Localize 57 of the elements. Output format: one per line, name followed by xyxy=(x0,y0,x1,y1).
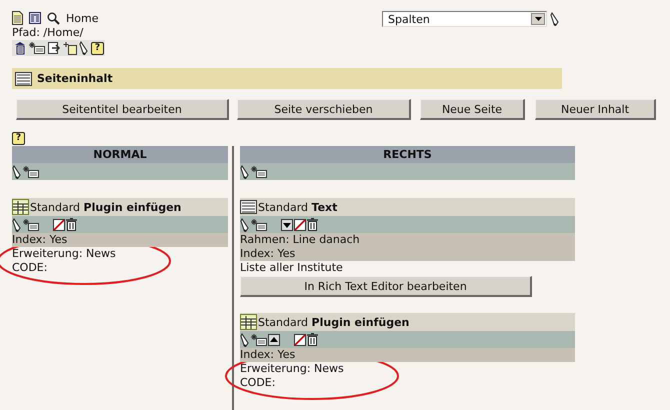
action-button[interactable]: Neuer Inhalt xyxy=(535,99,656,120)
element-body-text: Liste aller Institute xyxy=(240,261,344,275)
pencil-icon[interactable] xyxy=(12,164,22,178)
new-element-icon[interactable] xyxy=(29,41,45,55)
help-icon[interactable]: ? xyxy=(12,132,25,145)
section-title: Seiteninhalt xyxy=(37,72,113,85)
plugin-icon xyxy=(12,199,29,215)
new-element-icon[interactable] xyxy=(251,218,267,232)
rich-text-editor-button[interactable]: In Rich Text Editor bearbeiten xyxy=(240,276,532,297)
pencil-icon[interactable] xyxy=(240,332,250,346)
pencil-icon[interactable] xyxy=(240,218,250,232)
hide-icon[interactable] xyxy=(53,218,65,230)
element-detail: Erweiterung: News xyxy=(240,362,345,376)
page-title: Home xyxy=(66,12,98,24)
hide-icon[interactable] xyxy=(294,334,306,346)
hide-icon[interactable] xyxy=(294,218,306,230)
action-button[interactable]: Neue Seite xyxy=(420,99,525,120)
element-title: Standard Plugin einfügen xyxy=(258,316,410,328)
pencil-icon[interactable] xyxy=(79,41,89,55)
column-header: NORMAL xyxy=(12,146,228,163)
element-detail: CODE: xyxy=(240,376,276,390)
page-path: Pfad: /Home/ xyxy=(12,26,84,40)
new-page-icon[interactable] xyxy=(63,41,77,55)
element-field: Rahmen: Line danach xyxy=(240,233,575,247)
pencil-icon[interactable] xyxy=(12,218,22,232)
element-field: Index: Yes xyxy=(240,247,575,261)
content-icon xyxy=(15,72,32,86)
element-field: Index: Yes xyxy=(12,233,228,247)
new-element-icon[interactable] xyxy=(23,218,39,232)
text-element-icon xyxy=(240,200,257,214)
page-up-icon[interactable] xyxy=(13,41,27,55)
trash-icon[interactable] xyxy=(66,218,77,231)
action-button[interactable]: Seite verschieben xyxy=(237,99,411,120)
move-page-icon[interactable] xyxy=(47,41,61,55)
help-icon[interactable]: ? xyxy=(91,42,104,54)
move-down-icon[interactable] xyxy=(281,218,293,230)
new-element-icon[interactable] xyxy=(23,164,39,178)
new-element-icon[interactable] xyxy=(251,164,267,178)
element-title: Standard Text xyxy=(258,200,338,214)
pencil-icon[interactable] xyxy=(550,12,560,26)
new-element-icon[interactable] xyxy=(251,332,267,346)
trash-icon[interactable] xyxy=(307,218,318,231)
move-up-icon[interactable] xyxy=(268,334,280,346)
element-title: Standard Plugin einfügen xyxy=(30,200,182,214)
element-field: Index: Yes xyxy=(240,348,575,362)
pencil-icon[interactable] xyxy=(240,164,250,178)
trash-icon[interactable] xyxy=(307,333,318,346)
dropdown-caret-icon[interactable] xyxy=(531,13,545,25)
view-dropdown[interactable]: Spalten xyxy=(382,11,547,27)
column-header: RECHTS xyxy=(240,146,575,163)
action-button[interactable]: Seitentitel bearbeiten xyxy=(16,99,229,120)
page-icon[interactable] xyxy=(12,11,23,25)
list-icon[interactable] xyxy=(29,12,41,24)
element-detail: Erweiterung: News xyxy=(12,247,117,261)
search-icon[interactable] xyxy=(47,12,60,24)
plugin-icon xyxy=(240,314,257,330)
element-detail: CODE: xyxy=(12,261,48,275)
